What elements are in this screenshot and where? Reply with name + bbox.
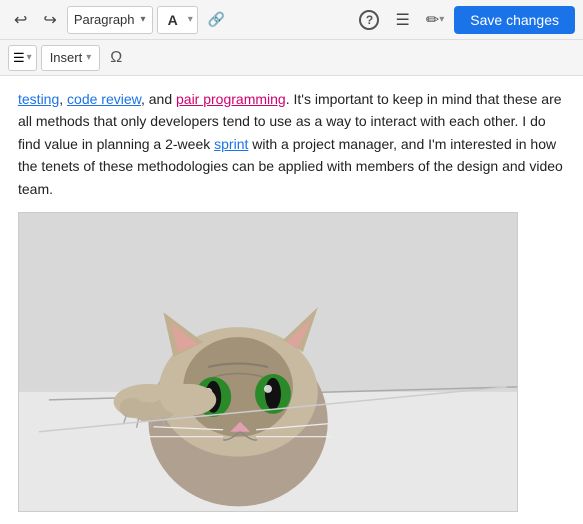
cat-illustration [19, 212, 517, 512]
redo-button[interactable] [37, 6, 62, 34]
link-sprint[interactable]: sprint [214, 136, 248, 152]
help-button[interactable]: ? [353, 6, 385, 34]
font-format-chevron: ▾ [188, 14, 193, 25]
chevron-down-icon: ▾ [141, 14, 146, 25]
save-changes-button[interactable]: Save changes [454, 6, 575, 34]
paragraph-label: Paragraph [74, 12, 135, 27]
link-pair-programming[interactable]: pair programming [176, 91, 286, 107]
editor-image [18, 212, 518, 512]
edit-chevron-icon: ▾ [439, 14, 444, 25]
link-testing[interactable]: testing [18, 91, 59, 107]
edit-button[interactable]: ✏ ▾ [420, 6, 450, 34]
edit-icon: ✏ [426, 10, 439, 30]
paragraph-select[interactable]: Paragraph ▾ [67, 6, 153, 34]
list-button[interactable]: ☰ ▾ [8, 45, 37, 71]
list-icon: ☰ [13, 50, 25, 66]
insert-chevron-icon: ▾ [86, 52, 91, 63]
toolbar-top: Paragraph ▾ A ▾ 🔗 ? ☰ ✏ ▾ Save changes [0, 0, 583, 40]
insert-label: Insert [50, 50, 83, 65]
content-area: testing, code review, and pair programmi… [0, 76, 583, 524]
link-icon: 🔗 [208, 11, 225, 28]
undo-icon [14, 10, 27, 30]
toolbar-second: ☰ ▾ Insert ▾ Ω [0, 40, 583, 76]
link-button[interactable]: 🔗 [202, 7, 231, 32]
omega-button[interactable]: Ω [104, 45, 128, 71]
content-paragraph: testing, code review, and pair programmi… [18, 88, 565, 200]
omega-icon: Ω [110, 49, 122, 66]
list-chevron-icon: ▾ [27, 52, 32, 63]
insert-button[interactable]: Insert ▾ [41, 45, 101, 71]
link-code-review[interactable]: code review [67, 91, 141, 107]
menu-button[interactable]: ☰ [389, 6, 415, 34]
font-format-button[interactable]: A [162, 8, 184, 32]
redo-icon [43, 10, 56, 30]
menu-icon: ☰ [395, 10, 409, 30]
font-format-group: A ▾ [157, 6, 198, 34]
font-format-icon: A [168, 12, 178, 28]
help-icon: ? [359, 10, 379, 30]
undo-button[interactable] [8, 6, 33, 34]
